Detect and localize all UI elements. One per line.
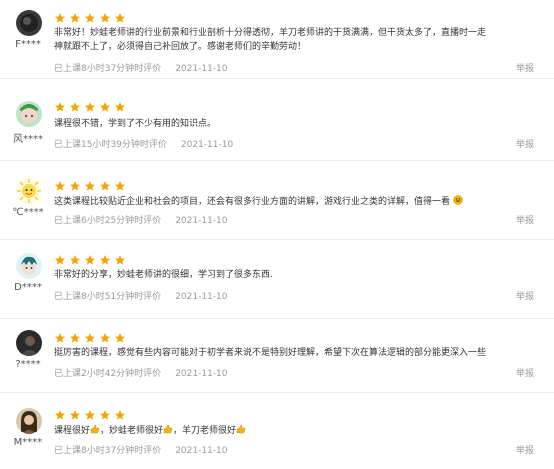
review-date: 2021-11-10: [175, 64, 228, 74]
user-avatar[interactable]: [16, 330, 42, 356]
star-rating: [54, 101, 126, 113]
star-icon: [55, 13, 65, 23]
study-duration: 已上课6小时25分钟时评价: [54, 216, 162, 226]
star-icon: [100, 333, 110, 343]
review-date: 2021-11-10: [175, 216, 228, 226]
report-link[interactable]: 举报: [516, 137, 534, 150]
report-link[interactable]: 举报: [516, 61, 534, 74]
star-icon: [100, 13, 110, 23]
report-link[interactable]: 举报: [516, 443, 534, 456]
review-content: 非常好的分享，妙蛙老师讲的很细，学习到了很多东西.: [54, 270, 273, 280]
review-date: 2021-11-10: [175, 369, 228, 379]
review-content: 课程很好 ，妙蛙老师很好 ，羊刀老师很好: [54, 424, 494, 438]
report-link[interactable]: 举报: [516, 289, 534, 302]
grin-emoji-icon: [453, 195, 463, 205]
star-icon: [55, 410, 65, 420]
study-duration: 已上课8小时37分钟时评价: [54, 446, 162, 456]
star-rating: [54, 12, 126, 24]
review-date: 2021-11-10: [175, 446, 228, 456]
star-icon: [70, 181, 80, 191]
star-rating: [54, 180, 126, 192]
review-meta: 已上课8小时51分钟时评价 2021-11-10: [54, 289, 228, 302]
review-text: 这类课程比较贴近企业和社会的项目，还会有很多行业方面的讲解，游戏行业之类的详解，…: [54, 197, 451, 207]
username: 风****: [13, 134, 43, 145]
username: D****: [14, 282, 42, 293]
star-icon: [115, 13, 125, 23]
review-item: 风**** 课程很不错，学到了不少有用的知识点。 已上课15小时39分钟时评价 2…: [0, 79, 554, 161]
user-avatar[interactable]: [16, 10, 42, 36]
star-icon: [85, 333, 95, 343]
study-duration: 已上课15小时39分钟时评价: [54, 140, 167, 150]
username: ?****: [15, 359, 41, 370]
star-rating: [54, 409, 126, 421]
review-list: F**** 非常好！妙蛙老师讲的行业前景和行业剖析十分得透彻，羊刀老师讲的干货满…: [0, 0, 554, 469]
review-date: 2021-11-10: [175, 292, 228, 302]
user-avatar[interactable]: [16, 408, 42, 434]
review-content: 非常好！妙蛙老师讲的行业前景和行业剖析十分得透彻，羊刀老师讲的干货满满，但干货太…: [54, 28, 487, 52]
review-item: ℃**** 这类课程比较贴近企业和社会的项目，还会有很多行业方面的讲解，游戏行业…: [0, 161, 554, 240]
review-meta: 已上课8小时37分钟时评价 2021-11-10: [54, 443, 228, 456]
review-text-part: 课程很好: [54, 426, 91, 436]
username: ℃****: [12, 207, 44, 218]
star-icon: [115, 255, 125, 265]
review-meta: 已上课8小时37分钟时评价 2021-11-10: [54, 61, 228, 74]
review-content: 课程很不错，学到了不少有用的知识点。: [54, 119, 217, 129]
star-icon: [70, 102, 80, 112]
star-icon: [85, 181, 95, 191]
star-icon: [70, 410, 80, 420]
star-icon: [55, 333, 65, 343]
star-icon: [100, 255, 110, 265]
star-icon: [100, 102, 110, 112]
star-icon: [85, 13, 95, 23]
review-meta: 已上课15小时39分钟时评价 2021-11-10: [54, 137, 233, 150]
review-item: F**** 非常好！妙蛙老师讲的行业前景和行业剖析十分得透彻，羊刀老师讲的干货满…: [0, 0, 554, 79]
review-item: ?**** 挺厉害的课程，感觉有些内容可能对于初学者来说不是特别好理解，希望下次…: [0, 319, 554, 393]
star-icon: [100, 181, 110, 191]
star-icon: [100, 410, 110, 420]
star-rating: [54, 332, 126, 344]
star-icon: [70, 333, 80, 343]
user-avatar[interactable]: [16, 253, 42, 279]
study-duration: 已上课8小时37分钟时评价: [54, 64, 162, 74]
star-icon: [85, 255, 95, 265]
star-icon: [70, 13, 80, 23]
user-avatar[interactable]: [16, 101, 42, 127]
username: F****: [15, 39, 41, 50]
study-duration: 已上课2小时42分钟时评价: [54, 369, 162, 379]
star-icon: [115, 333, 125, 343]
report-link[interactable]: 举报: [516, 366, 534, 379]
thumbs-up-emoji-icon: [90, 424, 100, 434]
study-duration: 已上课8小时51分钟时评价: [54, 292, 162, 302]
star-icon: [115, 410, 125, 420]
review-meta: 已上课2小时42分钟时评价 2021-11-10: [54, 366, 228, 379]
review-item: M**** 课程很好 ，妙蛙老师很好 ，羊刀老师很好 已上课8小时37分钟时评价 20…: [0, 393, 554, 469]
star-icon: [115, 181, 125, 191]
star-icon: [55, 255, 65, 265]
thumbs-up-emoji-icon: [236, 424, 246, 434]
star-icon: [55, 102, 65, 112]
report-link[interactable]: 举报: [516, 213, 534, 226]
star-icon: [55, 181, 65, 191]
star-icon: [85, 102, 95, 112]
star-rating: [54, 254, 126, 266]
review-date: 2021-11-10: [180, 140, 234, 150]
review-content: 这类课程比较贴近企业和社会的项目，还会有很多行业方面的讲解，游戏行业之类的详解，…: [54, 195, 524, 209]
review-text-part: ，妙蛙老师很好: [100, 426, 164, 436]
user-avatar[interactable]: [16, 178, 42, 204]
review-content: 挺厉害的课程，感觉有些内容可能对于初学者来说不是特别好理解，希望下次在算法逻辑的…: [54, 348, 487, 358]
star-icon: [115, 102, 125, 112]
star-icon: [70, 255, 80, 265]
review-item: D**** 非常好的分享，妙蛙老师讲的很细，学习到了很多东西. 已上课8小时51…: [0, 240, 554, 319]
thumbs-up-emoji-icon: [163, 424, 173, 434]
star-icon: [85, 410, 95, 420]
review-meta: 已上课6小时25分钟时评价 2021-11-10: [54, 213, 228, 226]
username: M****: [13, 437, 43, 448]
review-text-part: ，羊刀老师很好: [173, 426, 237, 436]
